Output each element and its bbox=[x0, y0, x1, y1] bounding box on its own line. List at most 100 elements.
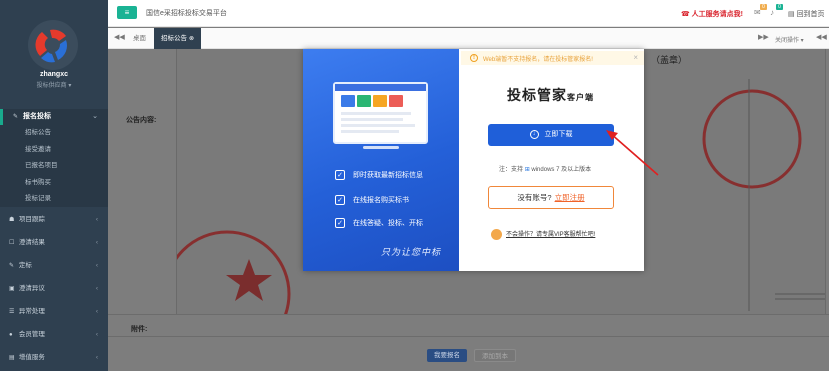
download-button[interactable]: ↓ 立即下载 bbox=[488, 124, 614, 146]
content-label: 公告内容: bbox=[126, 117, 157, 124]
customer-service-icon bbox=[491, 229, 502, 240]
avatar bbox=[28, 20, 78, 70]
chevron-left-icon: ‹ bbox=[95, 354, 98, 361]
check-icon: ✓ bbox=[335, 218, 345, 229]
platform-title: 国信e采招标投标交易平台 bbox=[146, 10, 227, 17]
sidebar-item-objection[interactable]: ▣ 澄清异议 ‹ bbox=[0, 278, 108, 300]
service-icon: ☎ bbox=[681, 11, 692, 18]
tab-tender-notice[interactable]: 招标公告 ⊗ bbox=[154, 28, 202, 49]
sidebar-item-label: 项目跟踪 bbox=[18, 216, 45, 223]
chevron-down-icon: ⌄ bbox=[92, 113, 98, 120]
top-bar: ≡ 国信e采招标投标交易平台 ☎ 人工服务请点我! ✉ 0 ♪ 0 ▤ 回到首页 bbox=[108, 0, 829, 27]
laptop-stand bbox=[363, 146, 399, 149]
support-os: windows 7 及以上版本 bbox=[531, 167, 592, 173]
sidebar-item-signup[interactable]: ✎ 报名投标 ⌄ bbox=[0, 109, 108, 125]
sidebar-item-exception[interactable]: ☰ 异常处理 ‹ bbox=[0, 301, 108, 323]
signup-icon: ✎ bbox=[13, 114, 19, 120]
service-label: 人工服务请点我! bbox=[691, 11, 744, 18]
home-link[interactable]: ▤ 回到首页 bbox=[788, 9, 825, 19]
promo-panel: ✓ 即时获取最新招标信息 ✓ 在线报名购买标书 ✓ 在线答疑、投标、开标 只为让您中标 bbox=[303, 49, 459, 271]
sidebar-item-label: 增值服务 bbox=[18, 354, 45, 361]
message-badge: 0 bbox=[760, 4, 767, 10]
sidebar-item-label: 报名投标 bbox=[22, 113, 51, 120]
vip-help-link[interactable]: 不会操作？请专属VIP客服帮忙吧! bbox=[491, 229, 595, 240]
dialog-title: 投标管家客户端 bbox=[507, 85, 594, 105]
sidebar-item-tracking[interactable]: ☗ 项目跟踪 ‹ bbox=[0, 209, 108, 231]
sidebar-subitem[interactable]: 已报名项目 bbox=[0, 158, 108, 175]
sidebar-item-label: 澄清结果 bbox=[18, 239, 45, 246]
register-box[interactable]: 没有账号? 立即注册 bbox=[488, 186, 614, 209]
feature-item: ✓ 在线答疑、投标、开标 bbox=[335, 218, 423, 229]
close-operations-dropdown[interactable]: 关闭操作 ▾ bbox=[775, 35, 804, 44]
divider bbox=[108, 314, 829, 315]
menu-toggle-button[interactable]: ≡ bbox=[117, 6, 137, 19]
sidebar-item-label: 定标 bbox=[18, 262, 32, 269]
slogan: 只为让您中标 bbox=[381, 248, 442, 258]
title-text: 投标管家 bbox=[507, 87, 567, 103]
download-label: 立即下载 bbox=[544, 131, 573, 138]
support-note: 注：支持 ⊞ windows 7 及以上版本 bbox=[499, 164, 591, 173]
chevron-left-icon: ‹ bbox=[95, 285, 98, 292]
sidebar-item-award[interactable]: ✎ 定标 ‹ bbox=[0, 255, 108, 277]
windows-icon: ⊞ bbox=[524, 167, 530, 173]
add-button[interactable]: 添加到本 bbox=[474, 349, 516, 362]
title-suffix: 客户端 bbox=[567, 93, 594, 102]
sidebar-subitem[interactable]: 接受邀请 bbox=[0, 142, 108, 159]
tab-bar: ◀◀ 桌面 招标公告 ⊗ ▶▶ 关闭操作 ▾ ◀◀ bbox=[108, 28, 829, 49]
sidebar: zhangxc 投标供应商 ▾ ✎ 报名投标 ⌄ 招标公告 接受邀请 已报名项目… bbox=[0, 0, 108, 371]
tab-scroll-left-icon[interactable]: ◀◀ bbox=[114, 33, 125, 41]
exception-icon: ☰ bbox=[9, 309, 15, 315]
divider bbox=[108, 336, 829, 337]
tab-expand-icon[interactable]: ◀◀ bbox=[816, 33, 827, 41]
sidebar-subitem[interactable]: 投标记录 bbox=[0, 191, 108, 208]
tracking-icon: ☗ bbox=[9, 217, 15, 223]
feature-label: 在线报名购买标书 bbox=[353, 197, 409, 204]
feature-label: 即时获取最新招标信息 bbox=[353, 172, 423, 179]
sidebar-item-label: 会员管理 bbox=[18, 331, 45, 338]
sidebar-item-label: 异常处理 bbox=[18, 308, 45, 315]
feature-item: ✓ 即时获取最新招标信息 bbox=[335, 170, 423, 181]
home-label: 回到首页 bbox=[796, 11, 825, 18]
sidebar-subitem[interactable]: 招标公告 bbox=[0, 125, 108, 142]
user-role-dropdown[interactable]: 投标供应商 ▾ bbox=[0, 80, 108, 89]
no-account-text: 没有账号? bbox=[517, 193, 552, 202]
attachment-label: 附件: bbox=[131, 326, 148, 333]
close-ops-label: 关闭操作 bbox=[775, 38, 800, 44]
sidebar-subitem[interactable]: 标书购买 bbox=[0, 175, 108, 192]
tab-label: 招标公告 bbox=[161, 35, 187, 42]
sidebar-item-clarify[interactable]: ☐ 澄清结果 ‹ bbox=[0, 232, 108, 254]
objection-icon: ▣ bbox=[9, 286, 15, 292]
award-icon: ✎ bbox=[9, 263, 15, 269]
signup-button[interactable]: 我要报名 bbox=[427, 349, 467, 362]
support-prefix: 注：支持 bbox=[499, 167, 524, 173]
check-icon: ✓ bbox=[335, 170, 345, 181]
close-icon[interactable]: ⊗ bbox=[189, 36, 194, 42]
tab-scroll-right-icon[interactable]: ▶▶ bbox=[758, 33, 769, 41]
register-link[interactable]: 立即注册 bbox=[555, 193, 585, 202]
laptop-illustration bbox=[333, 82, 428, 144]
vas-icon: ▤ bbox=[9, 355, 15, 361]
hamburger-icon: ≡ bbox=[124, 8, 130, 17]
feature-label: 在线答疑、投标、开标 bbox=[353, 220, 423, 227]
sidebar-item-member[interactable]: ● 会员管理 ‹ bbox=[0, 324, 108, 346]
chevron-left-icon: ‹ bbox=[95, 308, 98, 315]
warning-icon: ! bbox=[470, 54, 478, 62]
human-service-link[interactable]: ☎ 人工服务请点我! bbox=[681, 9, 743, 19]
bell-icon[interactable]: ♪ bbox=[770, 8, 774, 17]
chevron-left-icon: ‹ bbox=[95, 216, 98, 223]
warning-banner: ! Web端暂不支持报名，请在投标管家报名! × bbox=[461, 51, 644, 65]
sidebar-item-vas[interactable]: ▤ 增值服务 ‹ bbox=[0, 347, 108, 369]
feature-item: ✓ 在线报名购买标书 bbox=[335, 195, 409, 206]
check-icon: ✓ bbox=[335, 195, 345, 206]
close-icon[interactable]: × bbox=[633, 53, 638, 62]
notification-badge: 0 bbox=[776, 4, 783, 10]
stamp-label: （盖章） bbox=[651, 55, 688, 65]
client-download-dialog: ✓ 即时获取最新招标信息 ✓ 在线报名购买标书 ✓ 在线答疑、投标、开标 只为让您中标… bbox=[303, 49, 644, 271]
download-icon: ↓ bbox=[529, 129, 539, 139]
chevron-left-icon: ‹ bbox=[95, 239, 98, 246]
menu-group-signup: ✎ 报名投标 ⌄ 招标公告 接受邀请 已报名项目 标书购买 投标记录 bbox=[0, 109, 108, 207]
chevron-left-icon: ‹ bbox=[95, 331, 98, 338]
home-icon: ▤ bbox=[788, 11, 797, 18]
user-name: zhangxc bbox=[39, 71, 68, 78]
tab-desktop[interactable]: 桌面 bbox=[126, 28, 153, 49]
